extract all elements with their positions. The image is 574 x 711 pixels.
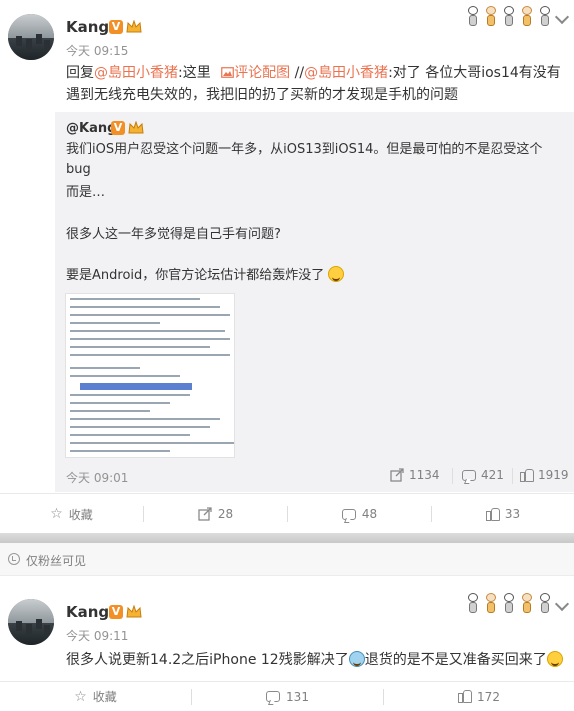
- quoted-time[interactable]: 今天 09:01: [66, 469, 128, 486]
- text-fragment: 退货的是不是又准备买回来了: [364, 652, 547, 668]
- screenshot-thumbnail[interactable]: [65, 293, 235, 458]
- post-time[interactable]: 今天 09:15: [66, 42, 128, 59]
- reply-prefix: 回复: [66, 65, 94, 81]
- mention-link[interactable]: @島田小香猪: [94, 65, 178, 81]
- star-icon: ☆: [74, 688, 87, 705]
- image-comment-link[interactable]: 评论配图: [215, 65, 290, 81]
- chevron-down-icon[interactable]: [554, 9, 570, 25]
- image-comment-label: 评论配图: [234, 65, 291, 81]
- comment-count: 421: [481, 468, 504, 482]
- author-name[interactable]: Kang: [66, 18, 109, 36]
- favorite-label: 收藏: [68, 507, 93, 522]
- comment-icon: [266, 691, 281, 702]
- fans-only-bar: 仅粉丝可见: [0, 543, 574, 576]
- sticker-icon: [520, 6, 534, 28]
- repost-icon: [390, 468, 404, 482]
- card-separator: [0, 533, 574, 543]
- quoted-comment-stat[interactable]: 421: [462, 468, 504, 482]
- fan-stickers: [466, 593, 552, 617]
- quoted-line-2: 而是…: [66, 185, 106, 200]
- sticker-icon: [520, 593, 534, 615]
- post-time[interactable]: 今天 09:11: [66, 627, 128, 644]
- avatar[interactable]: [8, 599, 54, 645]
- post-card-1: Kang V 今天 09:15 回复@島田小香猪:这里 评论配图 //@島田小香…: [0, 0, 574, 533]
- doraemon-emoji-icon: [348, 651, 365, 667]
- sticker-icon: [538, 6, 552, 28]
- comment-button[interactable]: 48: [288, 494, 431, 534]
- avatar[interactable]: [8, 14, 54, 60]
- image-icon: [221, 67, 235, 78]
- fan-stickers: [466, 6, 552, 30]
- like-count: 33: [504, 507, 521, 521]
- visibility-icon: [8, 553, 20, 565]
- mention-link[interactable]: @島田小香猪: [304, 65, 388, 81]
- highlight: [80, 383, 192, 390]
- crown-icon: [126, 20, 142, 33]
- like-count: 172: [477, 689, 500, 704]
- sticker-icon: [502, 6, 516, 28]
- sticker-icon: [484, 6, 498, 28]
- action-bar: ☆ 收藏 131 172: [0, 681, 574, 710]
- quoted-repost-stat[interactable]: 1134: [390, 468, 440, 482]
- quoted-line-3: 很多人这一年多觉得是自己手有问题?: [66, 227, 281, 242]
- comment-count: 131: [286, 689, 309, 704]
- post-text: 回复@島田小香猪:这里 评论配图 //@島田小香猪:对了 各位大哥ios14有没…: [66, 62, 566, 106]
- quoted-line-4-text: 要是Android，你官方论坛估计都给轰炸没了: [66, 268, 325, 283]
- crown-icon: [126, 605, 142, 618]
- chevron-down-icon[interactable]: [554, 596, 570, 612]
- verified-badge: V: [109, 20, 123, 34]
- author-name[interactable]: Kang: [66, 603, 109, 621]
- post-card-2: Kang V 今天 09:11 很多人说更新14.2之后iPhone 12残影解…: [0, 577, 574, 710]
- divider: [452, 468, 453, 484]
- crown-icon: [128, 121, 144, 134]
- text-fragment: //: [290, 65, 305, 81]
- like-icon: [520, 468, 534, 482]
- comment-count: 48: [361, 507, 378, 521]
- laugh-emoji-icon: [546, 651, 563, 667]
- action-bar: ☆ 收藏 28 48 33: [0, 493, 574, 533]
- verified-badge: V: [109, 605, 123, 619]
- sticker-icon: [538, 593, 552, 615]
- sticker-icon: [484, 593, 498, 615]
- like-icon: [458, 690, 473, 703]
- fans-only-label: 仅粉丝可见: [26, 554, 87, 568]
- sticker-icon: [502, 593, 516, 615]
- favorite-label: 收藏: [92, 690, 117, 704]
- text-fragment: :对了 各位大哥ios14有没有: [388, 65, 561, 81]
- repost-count: 28: [217, 507, 234, 521]
- repost-button[interactable]: 28: [144, 494, 287, 534]
- like-button[interactable]: 33: [432, 494, 574, 534]
- like-button[interactable]: 172: [384, 682, 574, 711]
- sticker-icon: [466, 6, 480, 28]
- quoted-line-4: 要是Android，你官方论坛估计都给轰炸没了: [66, 266, 345, 286]
- laugh-emoji-icon: [328, 266, 345, 282]
- like-count: 1919: [538, 468, 569, 482]
- post-text: 很多人说更新14.2之后iPhone 12残影解决了 退货的是不是又准备买回来了: [66, 649, 566, 671]
- repost-count: 1134: [409, 468, 440, 482]
- verified-badge: V: [111, 121, 125, 135]
- sticker-icon: [466, 593, 480, 615]
- quoted-like-stat[interactable]: 1919: [520, 468, 569, 482]
- quoted-line-1: 我们iOS用户忍受这个问题一年多，从iOS13到iOS14。但是最可怕的不是忍受…: [66, 142, 543, 177]
- divider: [512, 468, 513, 484]
- favorite-button[interactable]: ☆ 收藏: [0, 682, 191, 711]
- comment-button[interactable]: 131: [192, 682, 383, 711]
- repost-icon: [198, 507, 212, 521]
- comment-icon: [341, 508, 356, 520]
- text-fragment: 很多人说更新14.2之后iPhone 12残影解决了: [66, 652, 349, 668]
- star-icon: ☆: [50, 506, 63, 522]
- text-fragment: :这里: [178, 65, 211, 81]
- like-icon: [485, 507, 500, 521]
- quoted-author[interactable]: @Kang: [66, 121, 116, 136]
- text-line: 遇到无线充电失效的，我把旧的扔了买新的才发现是手机的问题: [66, 87, 458, 103]
- comment-icon: [462, 469, 476, 481]
- favorite-button[interactable]: ☆ 收藏: [0, 494, 143, 534]
